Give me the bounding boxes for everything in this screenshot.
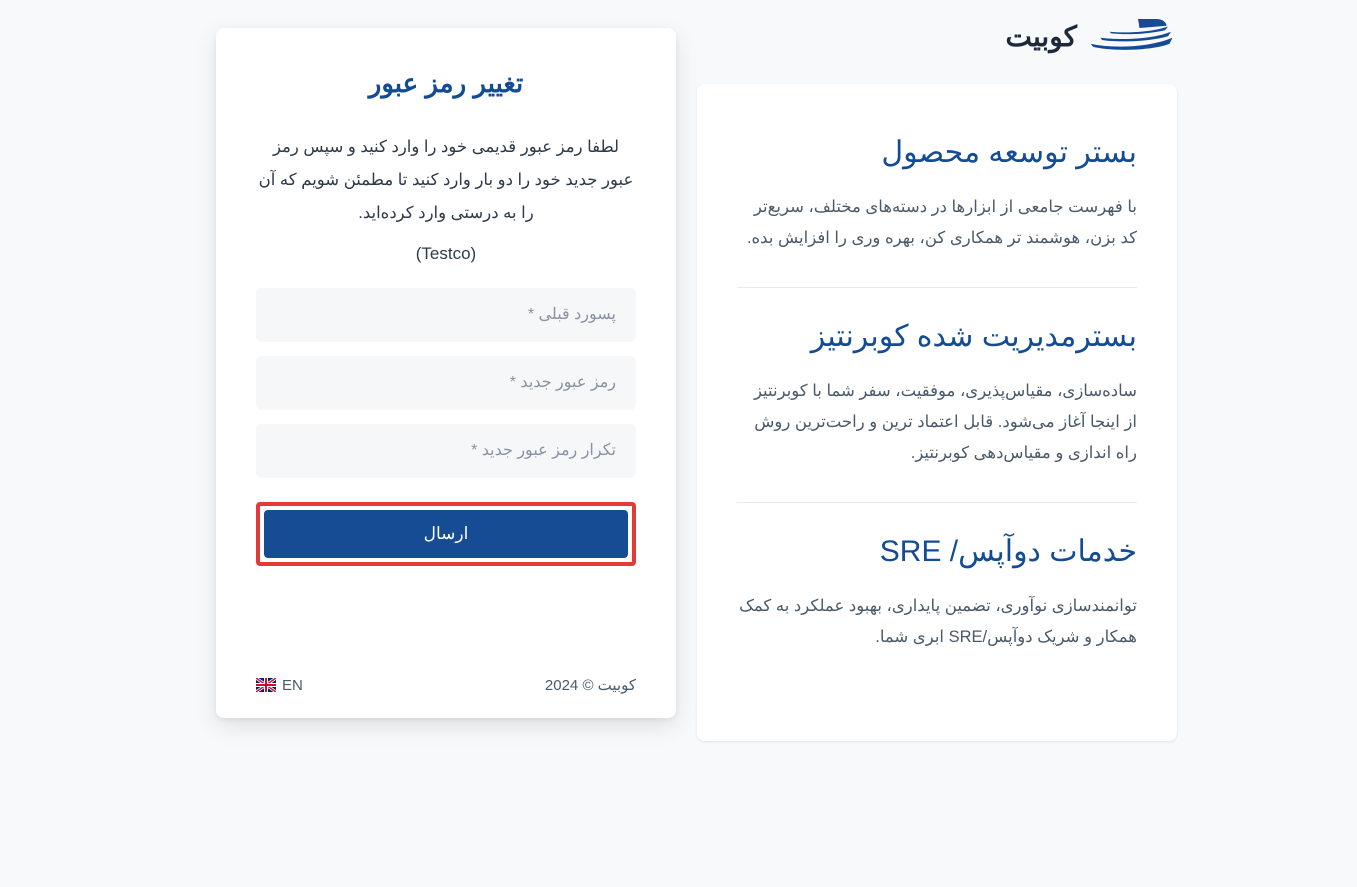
card-footer: EN کوبیت © 2024 <box>256 676 636 694</box>
language-switcher[interactable]: EN <box>256 677 303 694</box>
form-company: (Testco) <box>256 244 636 264</box>
feature-desc: توانمندسازی نوآوری، تضمین پایداری، بهبود… <box>737 591 1137 654</box>
form-title: تغییر رمز عبور <box>256 68 636 99</box>
brand-name: کوبیت <box>1005 20 1077 53</box>
copyright: کوبیت © 2024 <box>545 676 636 694</box>
feature-block: خدمات دوآپس/ SRE توانمندسازی نوآوری، تضم… <box>737 531 1137 654</box>
feature-title: بستر توسعه محصول <box>737 132 1137 174</box>
submit-highlight: ارسال <box>256 502 636 566</box>
feature-title: خدمات دوآپس/ SRE <box>737 531 1137 573</box>
new-password-input[interactable] <box>256 356 636 410</box>
language-label: EN <box>282 677 303 694</box>
feature-desc: ساده‌سازی، مقیاس‌پذیری، موفقیت، سفر شما … <box>737 376 1137 470</box>
feature-title: بسترمدیریت شده کوبرنتیز <box>737 316 1137 358</box>
submit-button[interactable]: ارسال <box>264 510 628 558</box>
uk-flag-icon <box>256 678 276 692</box>
confirm-password-input[interactable] <box>256 424 636 478</box>
form-intro: لطفا رمز عبور قدیمی خود را وارد کنید و س… <box>256 131 636 230</box>
boat-logo-icon <box>1087 14 1177 59</box>
header: کوبیت <box>1005 14 1177 59</box>
features-panel: بستر توسعه محصول با فهرست جامعی از ابزار… <box>697 84 1177 741</box>
feature-desc: با فهرست جامعی از ابزارها در دسته‌های مخ… <box>737 192 1137 255</box>
old-password-input[interactable] <box>256 288 636 342</box>
feature-block: بستر توسعه محصول با فهرست جامعی از ابزار… <box>737 132 1137 288</box>
change-password-card: تغییر رمز عبور لطفا رمز عبور قدیمی خود ر… <box>216 28 676 718</box>
feature-block: بسترمدیریت شده کوبرنتیز ساده‌سازی، مقیاس… <box>737 316 1137 503</box>
